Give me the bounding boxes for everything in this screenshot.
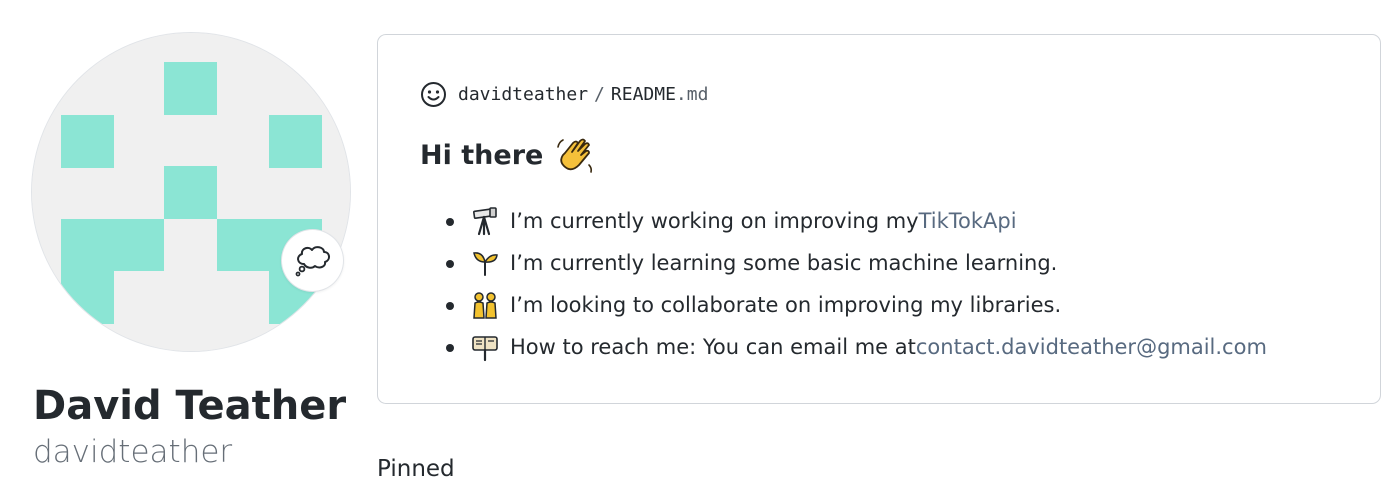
list-item: I’m currently working on improving my Ti…: [438, 200, 1267, 242]
list-item: I’m looking to collaborate on improving …: [438, 284, 1267, 326]
path-separator: /: [594, 83, 605, 105]
avatar-container: [32, 33, 350, 351]
readme-heading: Hi there: [420, 135, 597, 177]
seedling-icon: [470, 248, 500, 278]
readme-file-link[interactable]: README.md: [611, 84, 709, 105]
profile-username: davidteather: [33, 434, 233, 470]
readme-list: I’m currently working on improving my Ti…: [438, 200, 1267, 368]
list-item: I’m currently learning some basic machin…: [438, 242, 1267, 284]
bullet: [446, 344, 454, 352]
bullet: [446, 218, 454, 226]
email-link[interactable]: contact.davidteather@gmail.com: [916, 335, 1267, 359]
readme-header: davidteather / README.md: [420, 79, 708, 109]
readme-card: davidteather / README.md Hi there I’m cu…: [377, 34, 1381, 404]
profile-page: David Teather davidteather davidteather …: [0, 0, 1400, 487]
profile-name: David Teather: [33, 383, 347, 429]
mailbox-icon: [470, 332, 500, 362]
list-item-text: How to reach me: You can email me at: [510, 335, 916, 359]
list-item-text: I’m looking to collaborate on improving …: [510, 293, 1062, 317]
tiktokapi-link[interactable]: TikTokApi: [919, 209, 1017, 233]
readme-heading-text: Hi there: [420, 140, 544, 171]
avatar[interactable]: [32, 33, 350, 351]
pinned-heading: Pinned: [377, 456, 455, 482]
people-icon: [470, 290, 500, 320]
repo-owner-link[interactable]: davidteather: [458, 84, 588, 105]
telescope-icon: [470, 206, 500, 236]
waving-hand-icon: [555, 135, 597, 177]
smiley-icon: [420, 81, 447, 108]
thought-balloon-icon: [295, 245, 330, 276]
list-item: How to reach me: You can email me at con…: [438, 326, 1267, 368]
list-item-text: I’m currently working on improving my: [510, 209, 919, 233]
bullet: [446, 260, 454, 268]
list-item-text: I’m currently learning some basic machin…: [510, 251, 1058, 275]
identicon-avatar-icon: [32, 33, 350, 351]
readme-file-name: README: [610, 83, 676, 105]
status-button[interactable]: [282, 230, 343, 291]
readme-file-ext: .md: [675, 83, 709, 105]
bullet: [446, 302, 454, 310]
